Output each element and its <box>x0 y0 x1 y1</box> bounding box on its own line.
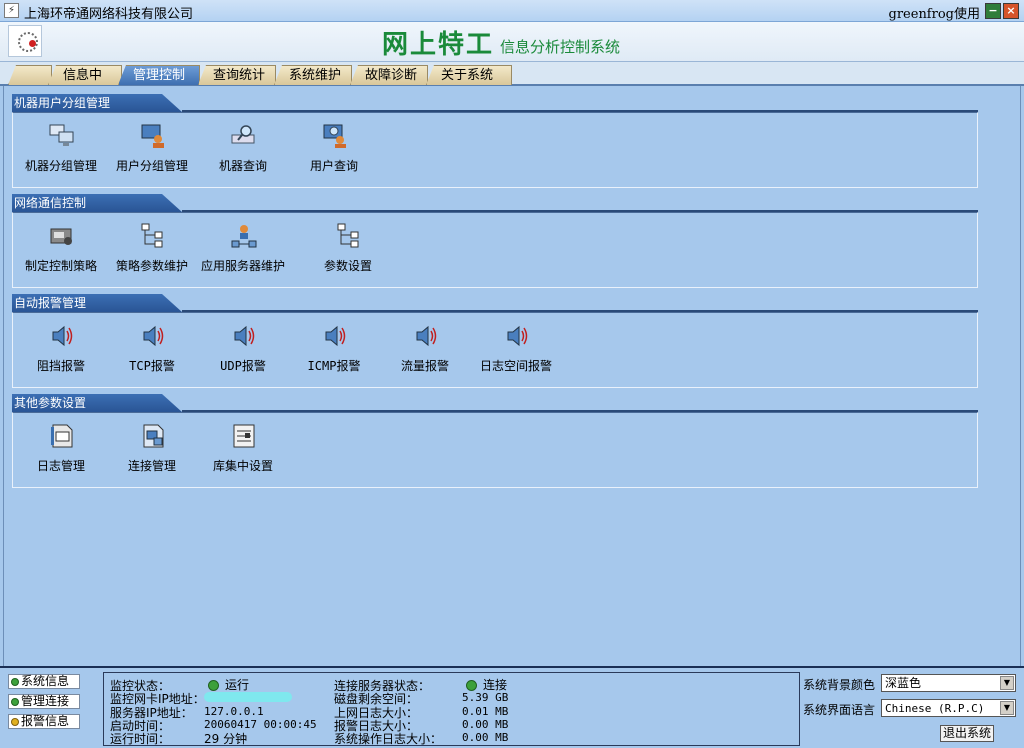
monitor-nic-ip-value <box>204 689 292 703</box>
close-button[interactable]: × <box>1003 3 1019 19</box>
tab-query-statistics[interactable]: 查询统计 <box>198 65 276 85</box>
bg-color-select[interactable]: 深蓝色 ▼ <box>881 674 1016 692</box>
tree-icon <box>337 223 359 248</box>
server-ip-value: 127.0.0.1 <box>204 705 264 718</box>
policy-icon <box>50 228 72 245</box>
connection-icon <box>143 424 164 448</box>
item-machine-query[interactable]: 机器查询 <box>197 113 289 183</box>
tab-info-center[interactable]: 信息中心 <box>48 65 122 85</box>
computer-group-icon <box>49 124 74 146</box>
disk-free-value: 5.39 GB <box>462 691 509 704</box>
speaker-icon <box>416 325 437 347</box>
sys-op-log-size-value: 0.00 MB <box>462 731 509 744</box>
item-block-alarm[interactable]: 阻挡报警 <box>15 313 107 383</box>
server-network-icon <box>231 225 257 248</box>
ui-language-label: 系统界面语言 <box>803 703 876 717</box>
app-banner: 网上特工 信息分析控制系统 <box>0 22 1024 62</box>
tree-icon <box>141 223 163 248</box>
item-app-server-maintenance[interactable]: 应用服务器维护 <box>197 213 289 283</box>
section-header-other-settings: 其他参数设置 <box>12 394 182 412</box>
chevron-down-icon: ▼ <box>1000 701 1014 715</box>
chevron-down-icon: ▼ <box>1000 676 1014 690</box>
alarm-log-size-value: 0.00 MB <box>462 718 509 731</box>
current-user: greenfrog使用 <box>888 7 980 22</box>
speaker-icon <box>52 325 73 347</box>
speaker-icon <box>234 325 255 347</box>
run-time-label: 运行时间： <box>110 732 171 746</box>
item-machine-group-mgmt[interactable]: 机器分组管理 <box>15 113 107 183</box>
banner-title: 网上特工 <box>382 30 495 60</box>
log-file-icon <box>51 424 73 448</box>
speaker-icon <box>143 325 164 347</box>
item-user-query[interactable]: 用户查询 <box>288 113 380 183</box>
section-header-alarm-mgmt: 自动报警管理 <box>12 294 182 312</box>
section-alarm-mgmt: 阻挡报警 TCP报警 UDP报警 ICMP报警 流量报警 日志空间报警 <box>12 312 978 388</box>
redacted-ip-bar <box>204 691 292 702</box>
item-connection-management[interactable]: 连接管理 <box>106 413 198 483</box>
item-user-group-mgmt[interactable]: 用户分组管理 <box>106 113 198 183</box>
section-machine-user: 机器分组管理 用户分组管理 机器查询 用户查询 <box>12 112 978 188</box>
app-icon: ⚡ <box>4 3 19 18</box>
tab-system-maintenance[interactable]: 系统维护 <box>274 65 352 85</box>
item-policy-param-maintenance[interactable]: 策略参数维护 <box>106 213 198 283</box>
status-footer: 系统信息 管理连接 报警信息 监控状态： 运行 监控网卡IP地址： 服务器IP地… <box>0 666 1024 748</box>
item-db-centralized-settings[interactable]: 库集中设置 <box>197 413 289 483</box>
section-header-network-control: 网络通信控制 <box>12 194 182 212</box>
run-time-value: 29 分钟 <box>204 732 248 746</box>
tab-fault-diagnosis[interactable]: 故障诊断 <box>350 65 428 85</box>
minimize-button[interactable]: − <box>985 3 1001 19</box>
tab-spacer <box>8 65 52 85</box>
user-search-icon <box>323 124 346 148</box>
section-header-machine-user: 机器用户分组管理 <box>12 94 182 112</box>
speaker-icon <box>507 325 528 347</box>
ui-language-select[interactable]: Chinese (R.P.C) ▼ <box>881 699 1016 717</box>
window-titlebar: ⚡ 上海环帝通网络科技有限公司 greenfrog使用 − × <box>0 0 1024 22</box>
item-udp-alarm[interactable]: UDP报警 <box>197 313 289 383</box>
alarm-info-button[interactable]: 报警信息 <box>8 714 80 729</box>
item-log-space-alarm[interactable]: 日志空间报警 <box>470 313 562 383</box>
logo-icon <box>8 25 42 57</box>
speaker-icon <box>325 325 346 347</box>
section-other-settings: 日志管理 连接管理 库集中设置 <box>12 412 978 488</box>
item-define-control-policy[interactable]: 制定控制策略 <box>15 213 107 283</box>
bg-color-label: 系统背景颜色 <box>803 678 876 692</box>
web-log-size-value: 0.01 MB <box>462 705 509 718</box>
manage-connection-button[interactable]: 管理连接 <box>8 694 80 709</box>
sys-op-log-size-label: 系统操作日志大小： <box>334 732 443 746</box>
main-tabs: 信息中心 管理控制 查询统计 系统维护 故障诊断 关于系统 <box>0 62 1024 86</box>
item-tcp-alarm[interactable]: TCP报警 <box>106 313 198 383</box>
tab-about-system[interactable]: 关于系统 <box>426 65 512 85</box>
user-group-icon <box>141 124 164 148</box>
item-parameter-settings[interactable]: 参数设置 <box>302 213 394 283</box>
window-title: 上海环帝通网络科技有限公司 <box>24 7 194 22</box>
item-traffic-alarm[interactable]: 流量报警 <box>379 313 471 383</box>
exit-system-button[interactable]: 退出系统 <box>940 725 994 742</box>
status-ok-icon <box>466 680 477 691</box>
section-network-control: 制定控制策略 策略参数维护 应用服务器维护 参数设置 <box>12 212 978 288</box>
banner-subtitle: 信息分析控制系统 <box>500 38 621 56</box>
machine-search-icon <box>231 125 255 144</box>
management-panel: 机器用户分组管理 机器分组管理 用户分组管理 机器查询 用户查询 网络通信控制 … <box>3 86 1021 666</box>
database-config-icon <box>233 424 255 448</box>
tab-management-control[interactable]: 管理控制 <box>118 65 200 85</box>
item-log-management[interactable]: 日志管理 <box>15 413 107 483</box>
system-info-button[interactable]: 系统信息 <box>8 674 80 689</box>
status-info-box: 监控状态： 运行 监控网卡IP地址： 服务器IP地址： 127.0.0.1 启动… <box>103 672 800 746</box>
item-icmp-alarm[interactable]: ICMP报警 <box>288 313 380 383</box>
